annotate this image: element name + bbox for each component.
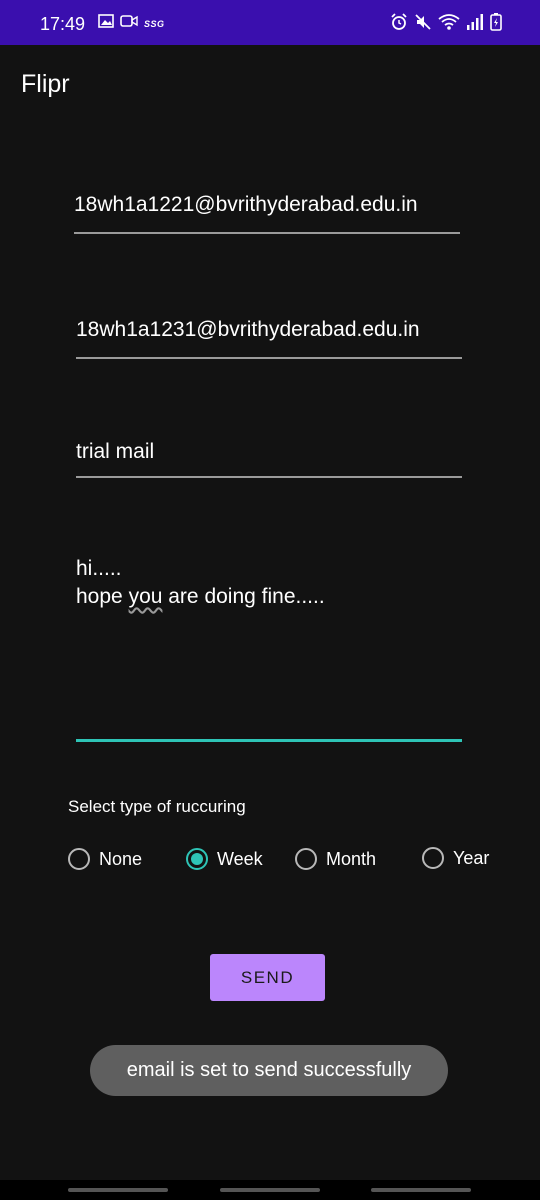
video-call-icon [120,14,138,33]
radio-week[interactable]: Week [186,848,263,870]
to-email-underline [74,232,460,234]
nav-home-button[interactable] [220,1188,320,1192]
subject-field[interactable]: trial mail [76,440,154,464]
carrier-badge: SSG [144,18,165,29]
toast-text: email is set to send successfully [126,1059,412,1081]
image-icon [98,14,114,33]
radio-none[interactable]: None [68,848,142,870]
radio-year[interactable]: Year [422,847,489,869]
radio-week-label: Week [217,848,263,869]
radio-none-label: None [99,848,143,869]
radio-year-label: Year [453,847,490,868]
toast-message: email is set to send successfully [90,1045,448,1096]
signal-icon [466,13,484,36]
status-right-icons [390,13,502,36]
mute-icon [414,13,432,36]
navigation-bar [0,1180,540,1200]
message-line-2: hope you are doing fine..... [76,583,325,611]
cc-email-field[interactable]: 18wh1a1231@bvrithyderabad.edu.in [76,318,420,342]
alarm-icon [390,13,408,36]
wifi-icon [438,13,460,36]
spellcheck-word: you [128,585,163,608]
radio-unchecked-icon [422,847,444,869]
status-bar: 17:49 SSG [0,0,540,45]
message-underline [76,739,462,742]
recurrence-label: Select type of ruccuring [68,797,246,816]
radio-month[interactable]: Month [295,848,376,870]
radio-month-label: Month [326,848,377,869]
to-email-field[interactable]: 18wh1a1221@bvrithyderabad.edu.in [74,193,418,217]
radio-dot [191,853,203,865]
message-text-post: are doing fine..... [162,585,325,608]
nav-recents-button[interactable] [68,1188,168,1192]
send-button[interactable]: SEND [210,954,325,1001]
message-line-1: hi..... [76,557,122,580]
cc-email-underline [76,357,462,359]
status-time: 17:49 [40,14,86,34]
radio-checked-icon [186,848,208,870]
status-left-icons: SSG [98,14,165,33]
subject-underline [76,476,462,478]
message-body-field[interactable]: hi..... hope you are doing fine..... [76,555,325,611]
radio-unchecked-icon [295,848,317,870]
app-title: Flipr [21,70,70,98]
battery-icon [490,13,502,36]
nav-back-button[interactable] [371,1188,471,1192]
radio-unchecked-icon [68,848,90,870]
message-text-pre: hope [76,585,129,608]
